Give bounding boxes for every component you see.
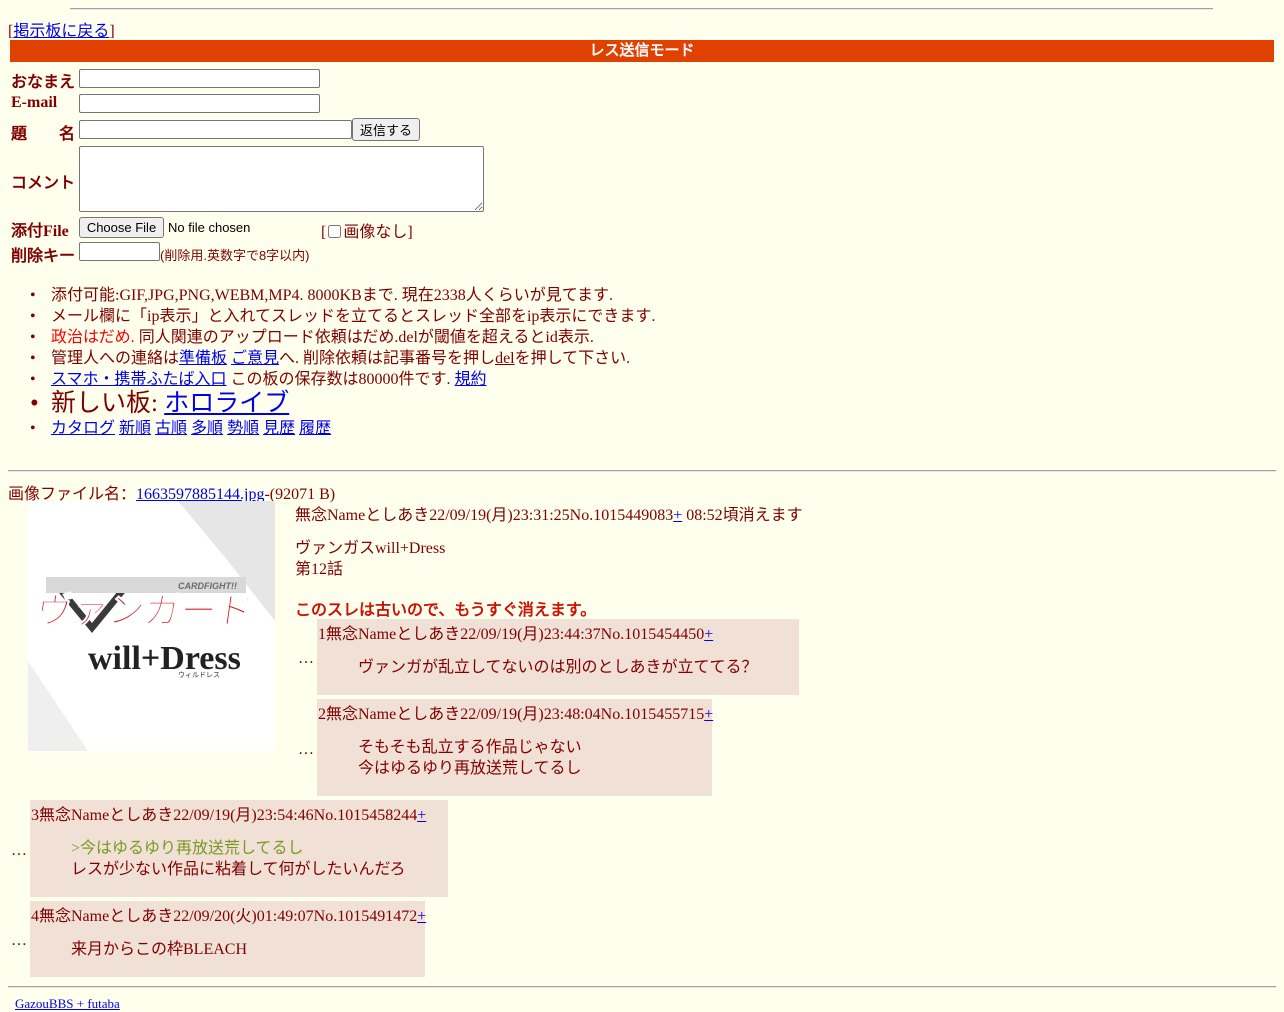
back-nav: [掲示板に戻る] <box>8 23 115 40</box>
reply-body: 今はゆるゆり再放送荒してるし <box>358 760 582 777</box>
op-body-line: 第12話 <box>295 561 344 578</box>
email-label: E-mail <box>11 94 58 111</box>
reply-post: 4無念Nameとしあき22/09/20(火)01:49:07No.1015491… <box>30 901 426 977</box>
reply-plus-link[interactable]: + <box>417 908 426 925</box>
info-ip-display: メール欄に「ip表示」と入れてスレッドを立てるとスレッド全部をip表示にできます… <box>30 306 655 327</box>
top-divider <box>70 8 1213 10</box>
logo-vanguard-text: ヴァンガード <box>34 589 256 632</box>
reply-header-text: 3無念Nameとしあき22/09/19(月)23:54:46No.1015458… <box>31 807 418 824</box>
viewed-history-link[interactable]: 見歴 <box>263 420 295 437</box>
reply-body: レスが少ない作品に粘着して何がしたいんだろ <box>71 861 406 878</box>
reply-marker: … <box>11 842 27 859</box>
op-body: ヴァンガスwill+Dress 第12話 <box>295 538 445 580</box>
reply-marker: … <box>298 741 314 758</box>
subject-input[interactable] <box>79 120 352 139</box>
reply-header-text: 1無念Nameとしあき22/09/19(月)23:44:37No.1015454… <box>318 626 705 643</box>
logo-kana-text: ウィルドレス <box>178 671 220 679</box>
reply-body: ヴァンガが乱立してないのは別のとしあきが立ててる？ <box>358 659 758 676</box>
info-mobile: スマホ・携帯ふたば入口 この板の保存数は80000件です. 規約 <box>30 369 655 390</box>
op-body-line: ヴァンガスwill+Dress <box>295 540 446 557</box>
reply-marker: … <box>298 650 314 667</box>
op-expire-text: 08:52頃消えます <box>682 507 803 524</box>
reply-body: 来月からこの枠BLEACH <box>71 941 248 958</box>
delkey-note: (削除用.英数字で8字以内) <box>160 248 310 263</box>
file-status: No file chosen <box>168 220 251 235</box>
reply-header: 2無念Nameとしあき22/09/19(月)23:48:04No.1015455… <box>318 700 713 724</box>
reply-post: 1無念Nameとしあき22/09/19(月)23:44:37No.1015454… <box>317 619 799 695</box>
choose-file-button[interactable]: Choose File <box>79 217 164 238</box>
sort-momentum-link[interactable]: 勢順 <box>227 420 259 437</box>
info-delete-text: へ. 削除依頼は記事番号を押し <box>279 350 496 367</box>
info-contact-text: 管理人への連絡は <box>51 350 180 367</box>
info-no-politics: 政治はだめ. <box>51 329 135 346</box>
email-input[interactable] <box>79 94 320 113</box>
reply-quote: >今はゆるゆり再放送荒してるし <box>71 840 304 857</box>
reply-marker: … <box>11 932 27 949</box>
del-link[interactable]: del <box>495 350 515 367</box>
rules-link[interactable]: 規約 <box>455 371 487 388</box>
reply-header: 4無念Nameとしあき22/09/20(火)01:49:07No.1015491… <box>31 902 426 926</box>
info-new-board: 新しい板: ホロライブ <box>30 390 655 418</box>
old-thread-notice: このスレは古いので、もうすぐ消えます。 <box>295 602 597 619</box>
reply-mode-bar: レス送信モード <box>10 40 1274 62</box>
op-plus-link[interactable]: + <box>673 507 682 524</box>
catalog-link[interactable]: カタログ <box>51 420 115 437</box>
reply-body: そもそも乱立する作品じゃない <box>358 739 582 756</box>
board-info-list: 添付可能:GIF,JPG,PNG,WEBM,MP4. 8000KBまで. 現在2… <box>30 285 655 439</box>
comment-label: コメント <box>11 175 76 192</box>
name-label: おなまえ <box>11 74 76 91</box>
reply-submit-button[interactable]: 返信する <box>352 118 420 141</box>
mobile-entrance-link[interactable]: スマホ・携帯ふたば入口 <box>51 371 227 388</box>
info-rules: 政治はだめ. 同人関連のアップロード依頼はだめ.delが閾値を超えるとid表示. <box>30 327 655 348</box>
reply-header-text: 2無念Nameとしあき22/09/19(月)23:48:04No.1015455… <box>318 706 705 723</box>
thread-thumbnail[interactable]: CARDFIGHT!! ヴァンガード will+Dress ウィルドレス <box>28 501 275 751</box>
new-board-text: 新しい板: <box>51 390 165 417</box>
post-history-link[interactable]: 履歴 <box>299 420 331 437</box>
reply-plus-link[interactable]: + <box>704 706 713 723</box>
delkey-label: 削除キー <box>11 248 76 265</box>
feedback-link[interactable]: ご意見 <box>231 350 279 367</box>
prep-board-link[interactable]: 準備板 <box>179 350 227 367</box>
back-to-board-link[interactable]: 掲示板に戻る <box>13 23 109 40</box>
reply-header: 3無念Nameとしあき22/09/19(月)23:54:46No.1015458… <box>31 801 426 825</box>
reply-plus-link[interactable]: + <box>417 807 426 824</box>
subject-label: 題 名 <box>11 126 76 143</box>
info-retention: この板の保存数は80000件です. <box>226 371 455 388</box>
reply-header: 1無念Nameとしあき22/09/19(月)23:44:37No.1015454… <box>318 620 713 644</box>
sort-links: カタログ 新順 古順 多順 勢順 見歴 履歴 <box>30 418 655 439</box>
sort-many-link[interactable]: 多順 <box>191 420 223 437</box>
op-header-text: 無念Nameとしあき22/09/19(月)23:31:25No.10154490… <box>295 507 674 524</box>
op-header: 無念Nameとしあき22/09/19(月)23:31:25No.10154490… <box>295 501 803 525</box>
vanguard-logo-image: CARDFIGHT!! ヴァンガード will+Dress ウィルドレス <box>28 501 275 751</box>
comment-textarea[interactable] <box>79 146 484 212</box>
footer-credit-link[interactable]: GazouBBS + futaba <box>15 996 120 1012</box>
sort-new-link[interactable]: 新順 <box>119 420 151 437</box>
bottom-divider <box>8 986 1276 988</box>
reply-post: 2無念Nameとしあき22/09/19(月)23:48:04No.1015455… <box>317 699 713 796</box>
no-image-label: 画像なし <box>343 224 408 241</box>
new-board-link[interactable]: ホロライブ <box>164 390 289 417</box>
reply-post: 3無念Nameとしあき22/09/19(月)23:54:46No.1015458… <box>30 800 448 897</box>
info-upload-limits: 添付可能:GIF,JPG,PNG,WEBM,MP4. 8000KBまで. 現在2… <box>30 285 655 306</box>
info-rules-rest: 同人関連のアップロード依頼はだめ.delが閾値を超えるとid表示. <box>134 329 594 346</box>
no-image-option: [画像なし] <box>321 224 413 241</box>
reply-plus-link[interactable]: + <box>704 626 713 643</box>
no-image-checkbox[interactable] <box>328 225 342 238</box>
name-input[interactable] <box>79 69 320 88</box>
reply-header-text: 4無念Nameとしあき22/09/20(火)01:49:07No.1015491… <box>31 908 418 925</box>
thread-divider <box>8 470 1276 472</box>
info-delete-text-end: を押して下さい. <box>514 350 631 367</box>
info-contact: 管理人への連絡は準備板 ご意見へ. 削除依頼は記事番号を押しdelを押して下さい… <box>30 348 655 369</box>
sort-old-link[interactable]: 古順 <box>155 420 187 437</box>
delkey-input[interactable] <box>79 242 160 261</box>
file-label: 添付File <box>11 223 69 240</box>
